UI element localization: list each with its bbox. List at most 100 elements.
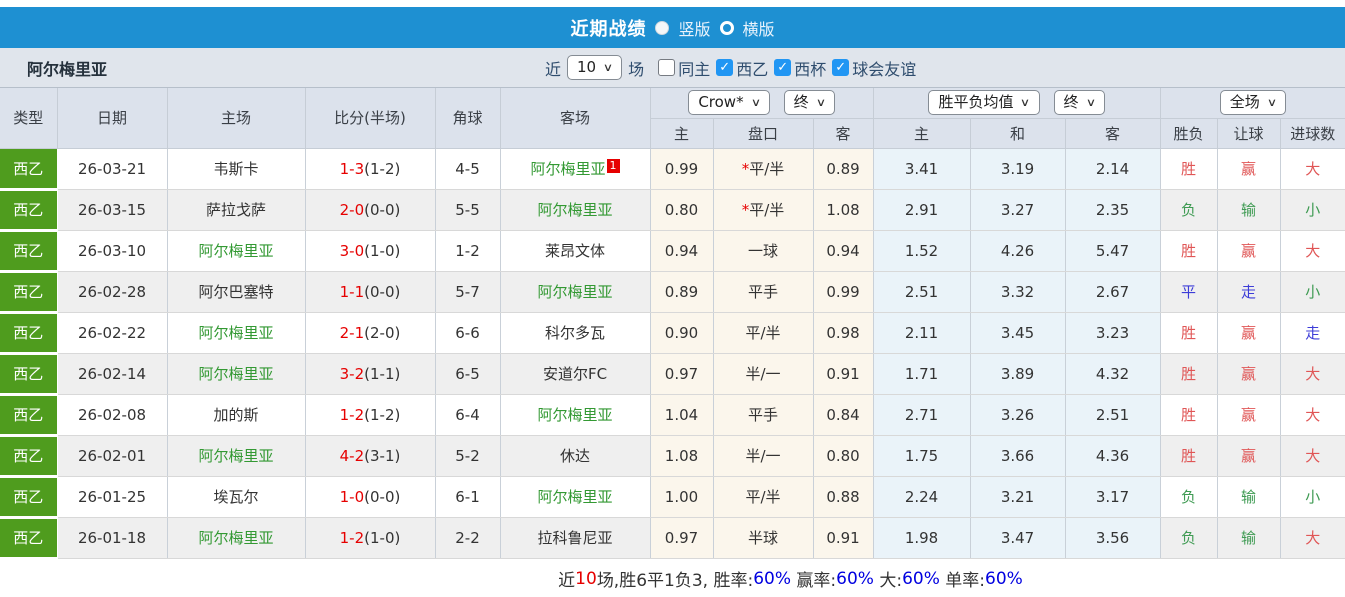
checkbox[interactable]: ✓ bbox=[716, 59, 734, 76]
odds-away-cell: 0.84 bbox=[813, 394, 874, 436]
sub-header-handicap: 盘口 bbox=[713, 118, 814, 149]
table-row: 西乙 26-02-14 阿尔梅里亚 3-2(1-1) 6-5 安道尔FC 0.9… bbox=[0, 353, 1345, 396]
home-team[interactable]: 埃瓦尔 bbox=[213, 488, 258, 506]
table-row: 西乙 26-02-22 阿尔梅里亚 2-1(2-0) 6-6 科尔多瓦 0.90… bbox=[0, 312, 1345, 355]
checkbox[interactable]: ✓ bbox=[774, 59, 792, 76]
home-team[interactable]: 萨拉戈萨 bbox=[206, 201, 266, 219]
away-team[interactable]: 拉科鲁尼亚 bbox=[537, 529, 612, 547]
mean-state-select[interactable]: 终 ∨ bbox=[1053, 90, 1105, 116]
away-team-cell[interactable]: 拉科鲁尼亚 bbox=[500, 517, 651, 559]
mean-value: 胜平负均值 bbox=[938, 93, 1014, 112]
away-team-cell[interactable]: 阿尔梅里亚 1 bbox=[500, 148, 651, 190]
checkbox-label[interactable]: 球会友谊 bbox=[852, 56, 916, 80]
checkbox-label[interactable]: 西杯 bbox=[794, 56, 826, 80]
home-team-cell[interactable]: 韦斯卡 bbox=[167, 148, 306, 190]
checkbox[interactable]: ✓ bbox=[832, 59, 850, 76]
summary-segment: 场,胜6平1负3, 胜率: bbox=[596, 571, 754, 591]
mean-home-cell: 1.52 bbox=[873, 230, 971, 272]
checkbox-label[interactable]: 西乙 bbox=[736, 56, 768, 80]
home-team[interactable]: 阿尔梅里亚 bbox=[198, 324, 273, 342]
home-team-cell[interactable]: 阿尔梅里亚 bbox=[167, 353, 306, 395]
table-row: 西乙 26-03-21 韦斯卡 1-3(1-2) 4-5 阿尔梅里亚 1 0.99… bbox=[0, 148, 1345, 191]
filter-checkbox-item: ✓ 西乙 bbox=[716, 56, 768, 80]
summary-segment: 60% bbox=[753, 568, 791, 589]
summary-segment: 赢率: bbox=[791, 571, 837, 591]
away-team-cell[interactable]: 阿尔梅里亚 bbox=[500, 189, 651, 231]
summary-segment: 60% bbox=[902, 568, 940, 589]
away-team-cell[interactable]: 休达 bbox=[500, 435, 651, 477]
home-team-cell[interactable]: 阿尔巴塞特 bbox=[167, 271, 306, 313]
home-team[interactable]: 阿尔梅里亚 bbox=[198, 242, 273, 260]
away-team[interactable]: 阿尔梅里亚 bbox=[530, 160, 605, 178]
away-team[interactable]: 阿尔梅里亚 bbox=[537, 406, 612, 424]
sub-header-mean-draw: 和 bbox=[970, 118, 1066, 149]
checkbox-label[interactable]: 同主 bbox=[678, 56, 710, 80]
fulltime-select[interactable]: 全场 ∨ bbox=[1219, 90, 1286, 116]
result-handicap-cell: 输 bbox=[1217, 476, 1281, 518]
score-halftime: (1-2) bbox=[364, 159, 401, 178]
date-cell: 26-01-18 bbox=[57, 517, 168, 559]
away-team-cell[interactable]: 阿尔梅里亚 bbox=[500, 394, 651, 436]
radio-vertical-label[interactable]: 竖版 bbox=[678, 16, 710, 40]
page-title: 近期战绩 bbox=[570, 18, 647, 40]
away-team-cell[interactable]: 莱昂文体 bbox=[500, 230, 651, 272]
mean-home-cell: 1.71 bbox=[873, 353, 971, 395]
mean-home-cell: 2.11 bbox=[873, 312, 971, 354]
result-handicap-cell: 赢 bbox=[1217, 394, 1281, 436]
radio-horizontal-layout[interactable] bbox=[719, 20, 734, 35]
home-team-cell[interactable]: 阿尔梅里亚 bbox=[167, 312, 306, 354]
match-count-select[interactable]: 10 ∨ bbox=[567, 55, 623, 80]
table-row: 西乙 26-02-08 加的斯 1-2(1-2) 6-4 阿尔梅里亚 1.04 … bbox=[0, 394, 1345, 437]
away-team-cell[interactable]: 安道尔FC bbox=[500, 353, 651, 395]
home-team[interactable]: 阿尔梅里亚 bbox=[198, 529, 273, 547]
result-wdl-cell: 负 bbox=[1160, 189, 1218, 231]
mean-select[interactable]: 胜平负均值 ∨ bbox=[928, 90, 1040, 116]
table-row: 西乙 26-03-10 阿尔梅里亚 3-0(1-0) 1-2 莱昂文体 0.94… bbox=[0, 230, 1345, 273]
filter-bar: 阿尔梅里亚 近 10 ∨ 场 同主 ✓ 西乙 ✓ 西杯 ✓ 球会友谊 bbox=[0, 48, 1345, 88]
home-team-cell[interactable]: 阿尔梅里亚 bbox=[167, 435, 306, 477]
odds-state-select[interactable]: 终 ∨ bbox=[783, 90, 835, 116]
col-header-away: 客场 bbox=[500, 88, 651, 149]
home-team[interactable]: 阿尔巴塞特 bbox=[198, 283, 273, 301]
handicap-text: 半/一 bbox=[745, 447, 781, 465]
radio-horizontal-label[interactable]: 横版 bbox=[743, 16, 775, 40]
odds-away-cell: 0.80 bbox=[813, 435, 874, 477]
league-cell: 西乙 bbox=[0, 517, 58, 560]
mean-state-value: 终 bbox=[1063, 93, 1079, 112]
home-team-cell[interactable]: 埃瓦尔 bbox=[167, 476, 306, 518]
checkbox[interactable] bbox=[658, 59, 676, 76]
away-team-cell[interactable]: 阿尔梅里亚 bbox=[500, 271, 651, 313]
bookmaker-select[interactable]: Crow* ∨ bbox=[688, 90, 770, 116]
sub-header-odds-home: 主 bbox=[650, 118, 714, 149]
away-team[interactable]: 阿尔梅里亚 bbox=[537, 201, 612, 219]
home-team[interactable]: 阿尔梅里亚 bbox=[198, 365, 273, 383]
away-team[interactable]: 阿尔梅里亚 bbox=[537, 488, 612, 506]
mean-away-cell: 4.32 bbox=[1065, 353, 1161, 395]
score-halftime: (2-0) bbox=[364, 323, 401, 342]
corners-cell: 5-2 bbox=[435, 435, 501, 477]
sub-header-wdl: 胜负 bbox=[1160, 118, 1218, 149]
away-team[interactable]: 阿尔梅里亚 bbox=[537, 283, 612, 301]
radio-vertical-layout[interactable] bbox=[655, 20, 670, 35]
match-count-value: 10 bbox=[577, 58, 597, 76]
results-table: 类型 日期 主场 比分(半场) 角球 客场 Crow* ∨ 终 ∨ 胜平负均值 … bbox=[0, 88, 1345, 560]
away-team[interactable]: 休达 bbox=[560, 447, 590, 465]
home-team[interactable]: 阿尔梅里亚 bbox=[198, 447, 273, 465]
away-team-cell[interactable]: 阿尔梅里亚 bbox=[500, 476, 651, 518]
away-team[interactable]: 莱昂文体 bbox=[545, 242, 605, 260]
sub-header-mean-home: 主 bbox=[873, 118, 971, 149]
result-wdl-cell: 负 bbox=[1160, 517, 1218, 559]
league-cell: 西乙 bbox=[0, 189, 58, 232]
league-cell: 西乙 bbox=[0, 353, 58, 396]
home-team[interactable]: 加的斯 bbox=[213, 406, 258, 424]
home-team-cell[interactable]: 阿尔梅里亚 bbox=[167, 230, 306, 272]
away-team-cell[interactable]: 科尔多瓦 bbox=[500, 312, 651, 354]
away-team[interactable]: 安道尔FC bbox=[543, 365, 607, 383]
away-team[interactable]: 科尔多瓦 bbox=[545, 324, 605, 342]
home-team-cell[interactable]: 阿尔梅里亚 bbox=[167, 517, 306, 559]
corners-cell: 1-2 bbox=[435, 230, 501, 272]
home-team-cell[interactable]: 加的斯 bbox=[167, 394, 306, 436]
home-team-cell[interactable]: 萨拉戈萨 bbox=[167, 189, 306, 231]
home-team[interactable]: 韦斯卡 bbox=[213, 160, 258, 178]
handicap-cell: 一球 bbox=[713, 230, 814, 272]
